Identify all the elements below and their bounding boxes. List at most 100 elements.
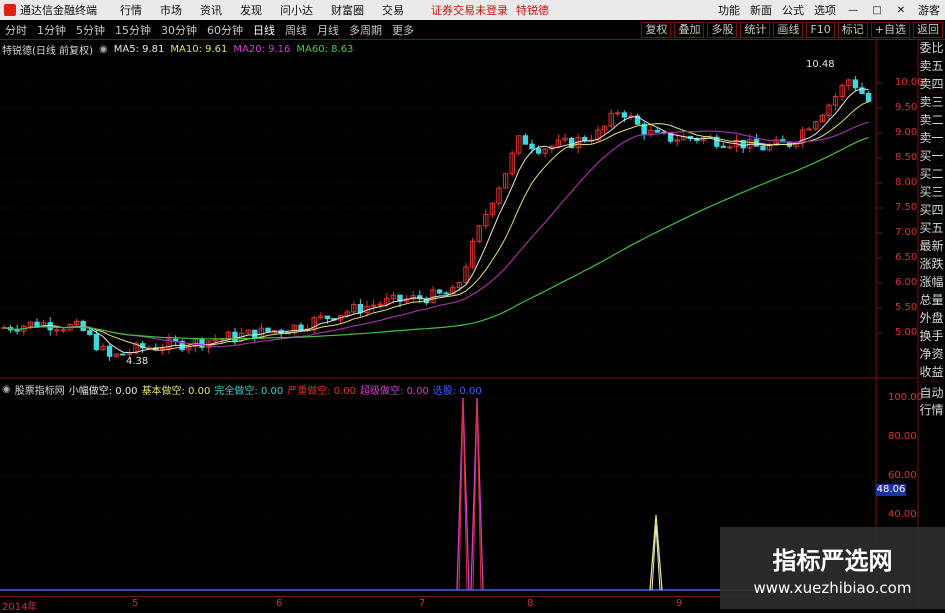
candle-body (436, 289, 443, 294)
moving-average-lines (3, 88, 869, 354)
side-item-turnover[interactable]: 换手 (918, 328, 945, 346)
price-tick: 8.50 (895, 152, 918, 163)
side-item-volume[interactable]: 总量 (918, 292, 945, 310)
date-tick: 5 (132, 598, 139, 609)
ma5-line (3, 88, 869, 354)
side-item-latest[interactable]: 最新 (918, 238, 945, 256)
ind-basic-short-label: 基本做空: 0.00 (141, 386, 211, 397)
indicator-spike-1 (456, 397, 470, 591)
watermark-banner: 指标严选网 www.xuezhibiao.com (720, 527, 945, 609)
ind-select-label: 选股: 0.00 (432, 386, 482, 397)
low-price-annotation: 4.38 (126, 356, 149, 367)
candle-body (760, 145, 766, 151)
date-tick: 2014年 (2, 602, 38, 613)
ind-severe-short-label: 严重做空: 0.00 (287, 386, 357, 397)
watermark-title: 指标严选网 (772, 547, 893, 575)
quote-side-panel: 委比 卖五 卖四 卖三 卖二 卖一 买一 买二 买三 买四 买五 最新 涨跌 涨… (918, 40, 945, 382)
price-tick: 9.00 (895, 127, 918, 138)
price-tick: 5.50 (895, 302, 918, 313)
ma5-label: MA5: 9.81 (113, 44, 165, 55)
side-item-ask1[interactable]: 卖一 (918, 130, 945, 148)
indicator-legend: ◉ 股票指标网 小幅做空: 0.00 基本做空: 0.00 完全做空: 0.00… (2, 382, 486, 397)
side-item-ask4[interactable]: 卖四 (918, 76, 945, 94)
side-item-order-ratio[interactable]: 委比 (918, 40, 945, 58)
side-item-outer[interactable]: 外盘 (918, 310, 945, 328)
side-item-earnings[interactable]: 收益 (918, 364, 945, 382)
ma20-label: MA20: 9.16 (233, 44, 291, 55)
date-tick: 7 (419, 598, 426, 609)
ma-legend: 特锐德(日线 前复权) ◉ MA5: 9.81 MA10: 9.61 MA20:… (2, 42, 359, 57)
candle-body (106, 345, 113, 357)
candle-body (654, 129, 661, 133)
chart-title: 特锐德(日线 前复权) (2, 46, 93, 57)
kline-chart[interactable] (0, 0, 945, 609)
ma60-label: MA60: 8.63 (296, 44, 354, 55)
candle-body (357, 303, 364, 314)
candle-body (522, 135, 529, 145)
price-tick: 8.00 (895, 177, 918, 188)
quote-label[interactable]: 行情 (918, 402, 945, 419)
indicator-tick: 40.00 (888, 509, 917, 520)
side-item-ask5[interactable]: 卖五 (918, 58, 945, 76)
price-tick: 6.50 (895, 252, 918, 263)
side-item-bid2[interactable]: 买二 (918, 166, 945, 184)
candle-body (852, 79, 859, 89)
candle-body (615, 112, 621, 115)
side-item-net-assets[interactable]: 净资 (918, 346, 945, 364)
ma20-line (3, 121, 869, 348)
candle-body (529, 143, 535, 150)
candle-body (34, 321, 40, 328)
candle-body (47, 322, 53, 331)
settings-dot-icon[interactable]: ◉ (99, 44, 108, 55)
candle-body (87, 330, 93, 335)
price-tick: 9.50 (895, 102, 918, 113)
date-tick: 9 (676, 598, 683, 609)
ma10-line (3, 101, 869, 351)
side-item-bid4[interactable]: 买四 (918, 202, 945, 220)
indicator-current-value: 48.06 (876, 484, 906, 496)
candle-body (93, 333, 100, 351)
price-tick: 6.00 (895, 277, 918, 288)
side-item-change-pct[interactable]: 涨幅 (918, 274, 945, 292)
price-tick: 5.00 (895, 327, 918, 338)
candle-body (443, 292, 449, 295)
auto-label[interactable]: 自动 (918, 385, 945, 402)
candlestick-series (1, 76, 872, 361)
candle-body (865, 92, 872, 102)
high-price-annotation: 10.48 (806, 59, 835, 70)
candle-body (582, 136, 588, 142)
watermark-url: www.xuezhibiao.com (753, 579, 912, 597)
indicator-tick: 80.00 (888, 431, 917, 442)
side-item-ask3[interactable]: 卖三 (918, 94, 945, 112)
side-item-ask2[interactable]: 卖二 (918, 112, 945, 130)
candle-body (535, 148, 542, 154)
candle-body (324, 315, 331, 320)
indicator-spike-2 (470, 397, 484, 591)
candle-body (232, 331, 238, 342)
ind-small-short-label: 小幅做空: 0.00 (68, 386, 138, 397)
price-tick: 7.00 (895, 227, 918, 238)
side-item-bid1[interactable]: 买一 (918, 148, 945, 166)
candle-body (727, 146, 733, 149)
candle-body (298, 324, 304, 331)
date-tick: 6 (276, 598, 283, 609)
candle-body (621, 112, 628, 118)
side-item-bid3[interactable]: 买三 (918, 184, 945, 202)
candle-body (54, 329, 60, 332)
ma10-label: MA10: 9.61 (170, 44, 228, 55)
price-tick: 7.50 (895, 202, 918, 213)
auto-quote-panel[interactable]: 自动 行情 (918, 385, 945, 419)
date-tick: 8 (527, 598, 534, 609)
candle-body (60, 329, 67, 332)
indicator-tick: 60.00 (888, 470, 917, 481)
candle-body (265, 327, 271, 332)
indicator-title: 股票指标网 (14, 386, 65, 397)
ind-super-short-label: 超级做空: 0.00 (360, 386, 429, 397)
side-item-change[interactable]: 涨跌 (918, 256, 945, 274)
indicator-settings-icon[interactable]: ◉ (2, 384, 11, 395)
ind-full-short-label: 完全做空: 0.00 (214, 386, 284, 397)
side-item-bid5[interactable]: 买五 (918, 220, 945, 238)
candle-body (720, 145, 727, 148)
ma60-line (3, 136, 869, 340)
candle-body (120, 353, 126, 356)
